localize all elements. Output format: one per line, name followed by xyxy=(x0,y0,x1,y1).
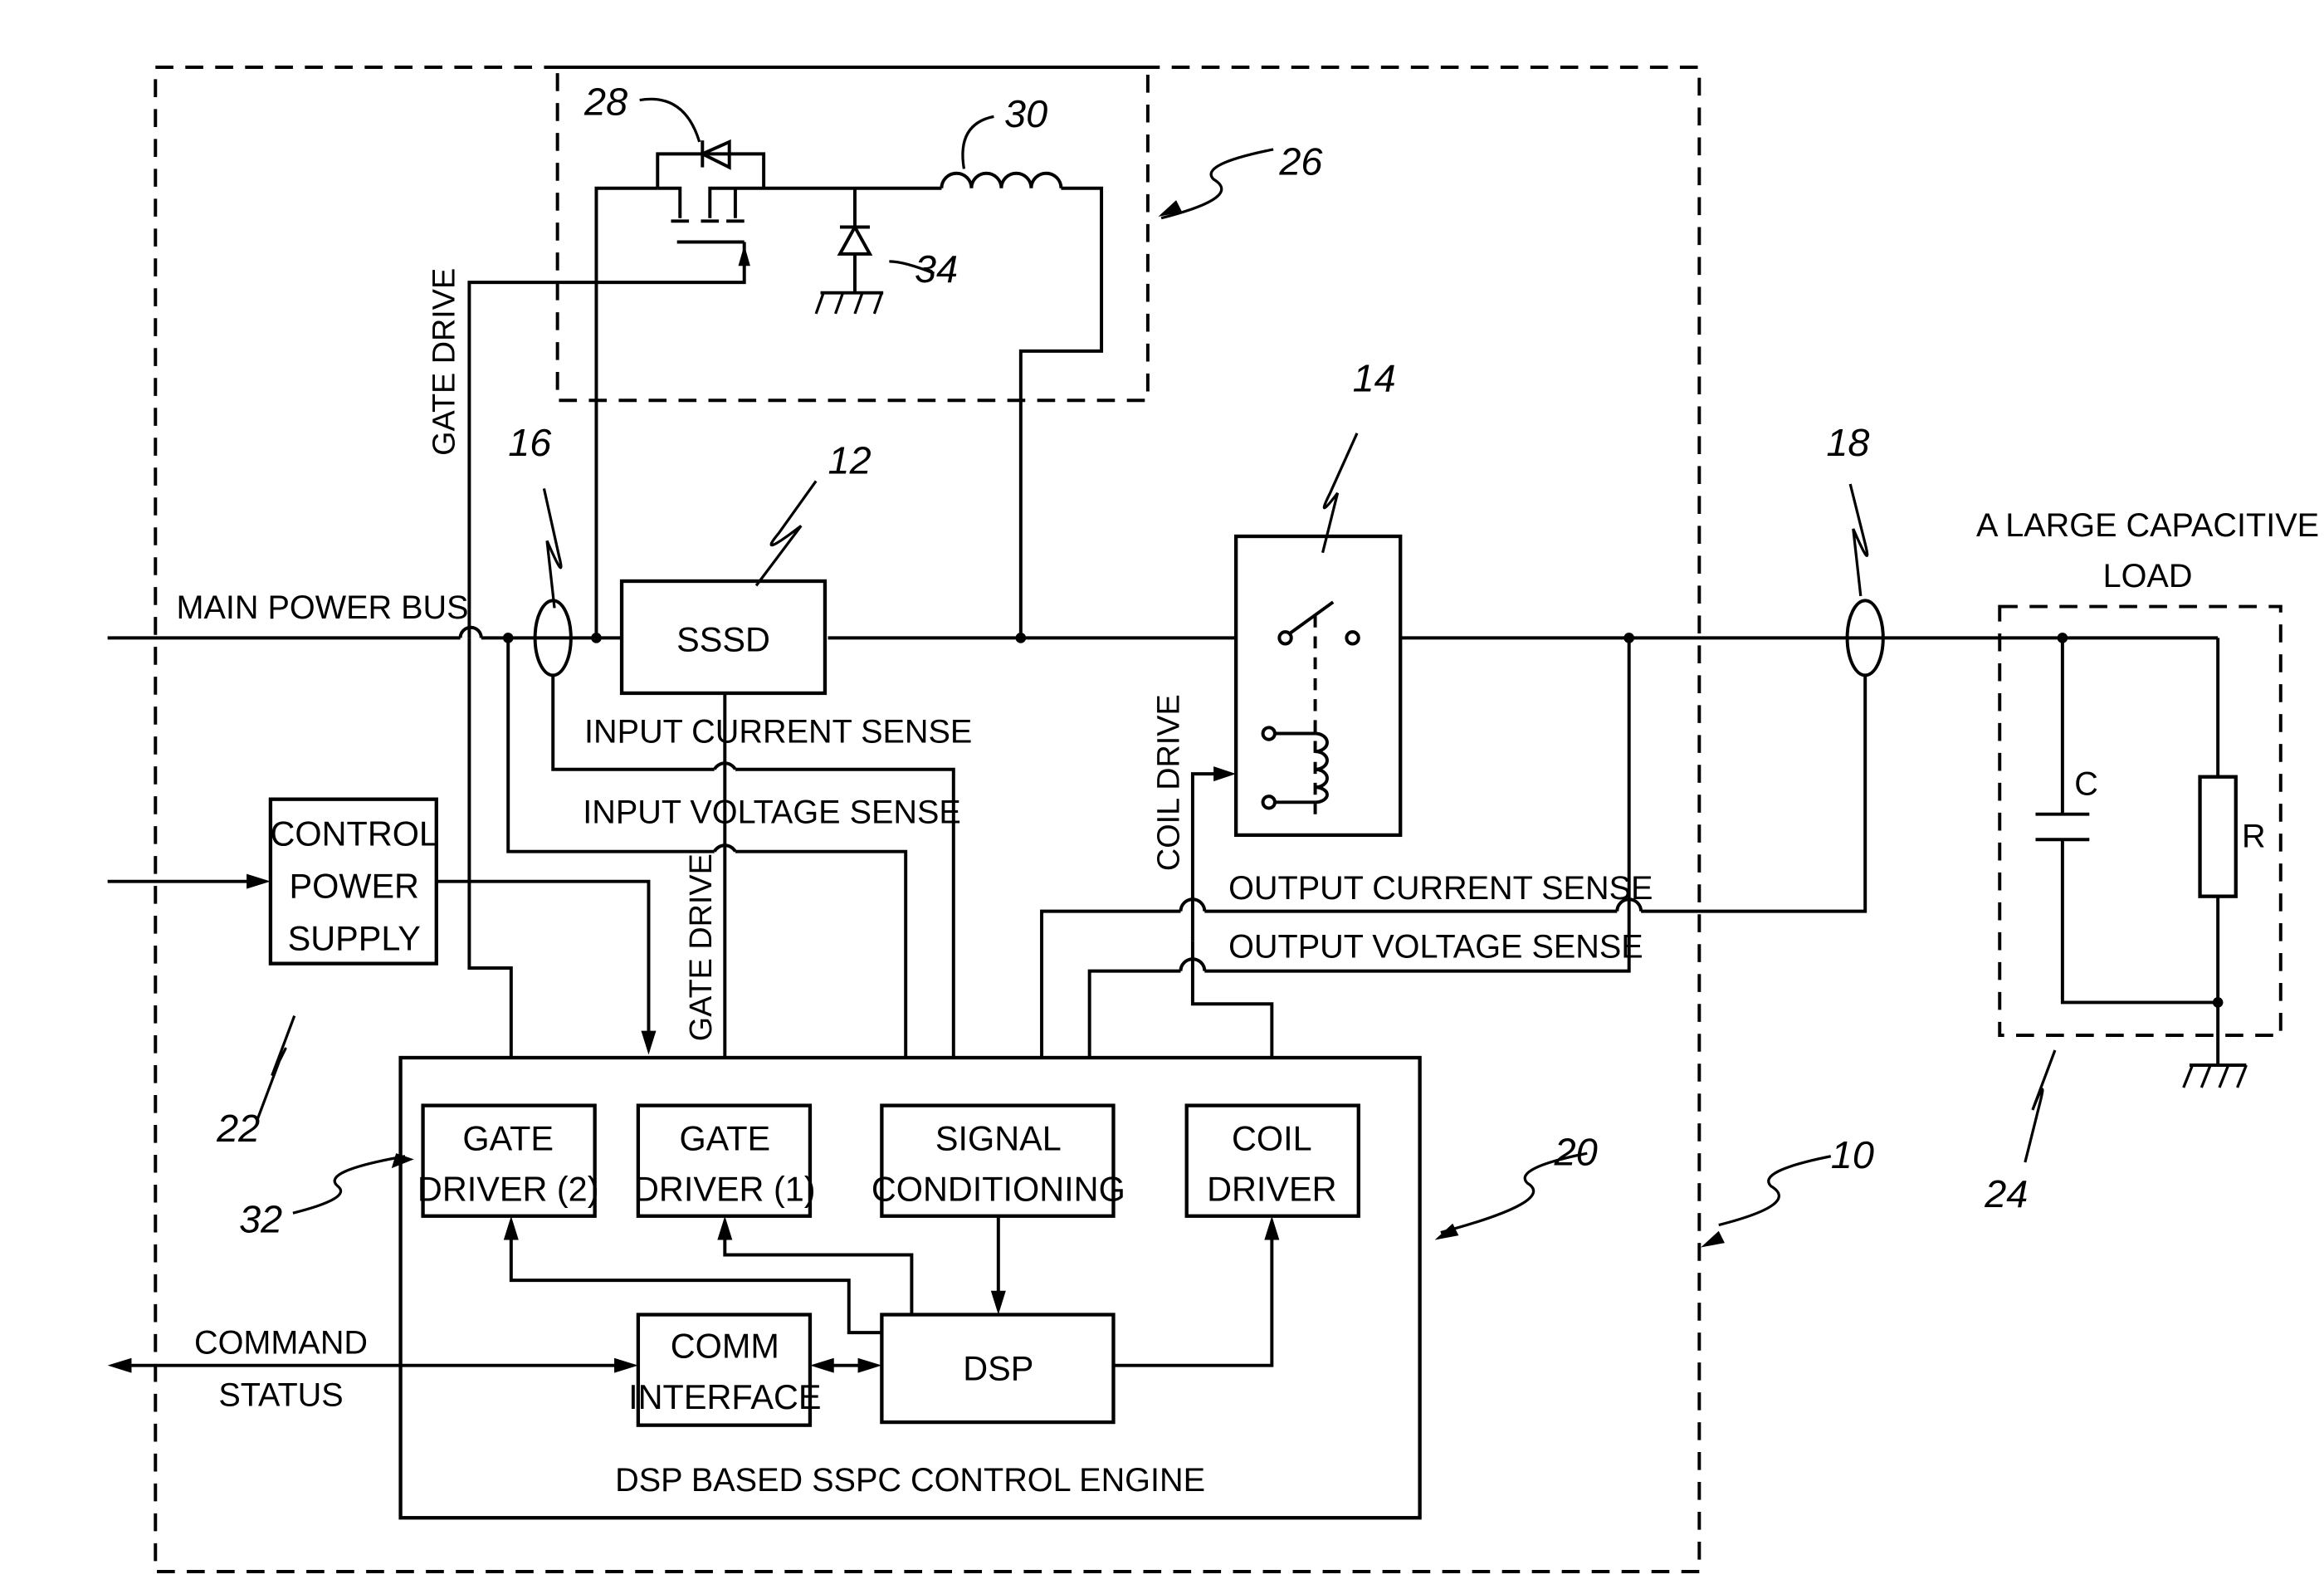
sc-label-2: CONDITIONING xyxy=(872,1171,1125,1209)
resistor-label: R xyxy=(2242,818,2266,854)
dsp-label: DSP xyxy=(963,1350,1033,1388)
coil-drive-label: COIL DRIVE xyxy=(1152,694,1187,871)
status-label: STATUS xyxy=(218,1376,343,1413)
ref-16: 16 xyxy=(508,421,552,464)
ci-label-1: COMM xyxy=(671,1328,779,1366)
capacitive-load xyxy=(2035,638,2248,1088)
main-power-bus-label: MAIN POWER BUS xyxy=(176,589,468,626)
sspc-schematic: MAIN POWER BUS SSSD COIL DRIVE C R A LAR… xyxy=(107,65,2319,1573)
arrowhead xyxy=(247,873,271,889)
arrowhead xyxy=(1434,1223,1459,1240)
arrowhead xyxy=(641,1030,657,1055)
ref-14: 14 xyxy=(1353,356,1396,399)
ref-30: 30 xyxy=(1004,92,1047,135)
load-boundary-24 xyxy=(1998,604,2282,1037)
load-title-line1: A LARGE CAPACITIVE xyxy=(1976,507,2319,544)
gd1-label-2: DRIVER (1) xyxy=(634,1171,816,1209)
ref-28: 28 xyxy=(583,81,627,124)
ref-12: 12 xyxy=(828,438,872,482)
ref-10: 10 xyxy=(1831,1133,1874,1176)
cd-label-1: COIL xyxy=(1232,1120,1312,1158)
coil-drive-wire xyxy=(1190,772,1226,941)
ci-label-2: INTERFACE xyxy=(628,1378,821,1416)
arrowhead xyxy=(1213,766,1237,782)
gate-drive-label-top: GATE DRIVE xyxy=(427,268,461,456)
capacitor-label: C xyxy=(2074,765,2098,802)
ref-24: 24 xyxy=(1984,1172,2028,1215)
arrowhead xyxy=(107,1357,132,1373)
precharge-circuit xyxy=(467,139,1104,638)
cps-label-1: CONTROL xyxy=(271,814,438,853)
relay-14 xyxy=(1233,534,1403,838)
sssd-label: SSSD xyxy=(676,621,770,659)
sc-label-1: SIGNAL xyxy=(935,1120,1062,1158)
output-current-sense-label: OUTPUT CURRENT SENSE xyxy=(1228,870,1653,907)
ref-20: 20 xyxy=(1554,1131,1598,1174)
arrowhead xyxy=(1701,1230,1725,1248)
gate-drive-label-mid: GATE DRIVE xyxy=(684,853,719,1041)
gd2-label-2: DRIVER (2) xyxy=(417,1171,599,1209)
cps-label-3: SUPPLY xyxy=(288,919,421,957)
output-voltage-sense-label: OUTPUT VOLTAGE SENSE xyxy=(1228,928,1643,965)
cd-label-2: DRIVER xyxy=(1207,1171,1336,1209)
input-current-sense-label: INPUT CURRENT SENSE xyxy=(584,713,972,750)
ref-22: 22 xyxy=(216,1107,260,1150)
cps-label-2: POWER xyxy=(290,867,419,905)
ref-32: 32 xyxy=(239,1198,282,1241)
ref-18: 18 xyxy=(1826,421,1869,464)
control-engine-label: DSP BASED SSPC CONTROL ENGINE xyxy=(615,1462,1205,1499)
command-label: COMMAND xyxy=(194,1324,368,1361)
input-voltage-sense-label: INPUT VOLTAGE SENSE xyxy=(583,795,961,831)
load-title-line2: LOAD xyxy=(2103,558,2193,594)
gd2-label-1: GATE xyxy=(462,1120,554,1158)
ref-34: 34 xyxy=(915,247,958,291)
ref-26: 26 xyxy=(1278,140,1323,183)
gd1-label-1: GATE xyxy=(679,1120,770,1158)
